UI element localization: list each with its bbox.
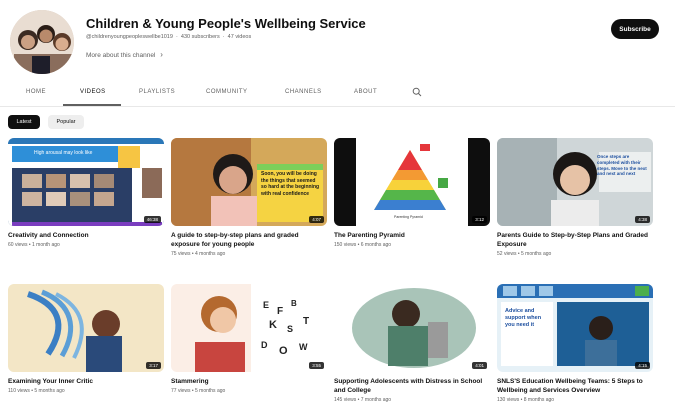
svg-text:T: T bbox=[303, 316, 309, 327]
channel-avatar[interactable] bbox=[10, 10, 74, 74]
video-title[interactable]: Supporting Adolescents with Distress in … bbox=[334, 377, 490, 395]
thumbnail-image bbox=[334, 284, 490, 372]
subscriber-count: 430 subscribers bbox=[180, 34, 220, 40]
svg-text:B: B bbox=[291, 299, 297, 308]
filter-popular-chip[interactable]: Popular bbox=[48, 115, 84, 129]
video-card[interactable]: E F B K S T D O W 3:55 Stammering 77 vie… bbox=[171, 284, 327, 394]
video-card[interactable]: High arousal may look like 46:38 Creativ… bbox=[8, 138, 164, 248]
video-title[interactable]: Parents Guide to Step-by-Step Plans and … bbox=[497, 231, 653, 249]
video-card[interactable]: Once steps are completed with their step… bbox=[497, 138, 653, 257]
tab-community[interactable]: COMMUNITY bbox=[206, 89, 248, 95]
tab-home[interactable]: HOME bbox=[26, 89, 46, 95]
video-meta: 75 views • 4 months ago bbox=[171, 251, 226, 257]
thumbnail-image bbox=[497, 138, 653, 226]
video-thumbnail[interactable]: Parenting Pyramid 3:12 bbox=[334, 138, 490, 226]
meta-separator: · bbox=[174, 34, 180, 40]
svg-text:F: F bbox=[277, 306, 283, 317]
svg-text:O: O bbox=[279, 345, 288, 357]
video-thumbnail[interactable]: High arousal may look like 46:38 bbox=[8, 138, 164, 226]
meta-separator: · bbox=[221, 34, 227, 40]
thumbnail-caption: High arousal may look like bbox=[34, 150, 93, 156]
svg-text:E: E bbox=[263, 300, 269, 310]
video-title[interactable]: A guide to step-by-step plans and graded… bbox=[171, 231, 327, 249]
search-icon[interactable] bbox=[412, 87, 422, 97]
svg-text:S: S bbox=[287, 324, 293, 334]
chevron-right-icon: › bbox=[160, 50, 163, 59]
video-card[interactable]: Advice and support when you need it 4:15… bbox=[497, 284, 653, 403]
video-meta: 150 views • 6 months ago bbox=[334, 242, 392, 248]
video-title[interactable]: The Parenting Pyramid bbox=[334, 231, 490, 240]
video-thumbnail[interactable]: E F B K S T D O W 3:55 bbox=[171, 284, 327, 372]
thumbnail-caption: Advice and support when you need it bbox=[505, 308, 542, 328]
video-meta: 110 views • 5 months ago bbox=[8, 388, 65, 394]
video-meta: 77 views • 5 months ago bbox=[171, 388, 226, 394]
thumbnail-image bbox=[8, 284, 164, 372]
active-tab-indicator bbox=[63, 104, 121, 106]
video-duration: 4:01 bbox=[472, 362, 487, 369]
tab-videos[interactable]: VIDEOS bbox=[80, 89, 106, 95]
thumbnail-caption: Once steps are completed with their step… bbox=[597, 154, 647, 177]
video-card[interactable]: Parenting Pyramid 3:12 The Parenting Pyr… bbox=[334, 138, 490, 248]
video-thumbnail[interactable]: Once steps are completed with their step… bbox=[497, 138, 653, 226]
thumbnail-image: E F B K S T D O W bbox=[171, 284, 327, 372]
avatar-photo bbox=[10, 10, 74, 74]
video-title[interactable]: Examining Your Inner Critic bbox=[8, 377, 164, 386]
channel-meta: @childrenyoungpeopleswellbe1019 · 430 su… bbox=[86, 34, 251, 40]
svg-text:K: K bbox=[269, 319, 277, 331]
filter-latest-chip[interactable]: Latest bbox=[8, 115, 40, 129]
video-duration: 3:17 bbox=[146, 362, 161, 369]
video-thumbnail[interactable]: 4:01 bbox=[334, 284, 490, 372]
video-duration: 4:07 bbox=[309, 216, 324, 223]
video-duration: 46:38 bbox=[143, 216, 161, 223]
thumbnail-caption: Parenting Pyramid bbox=[394, 215, 423, 219]
channel-name: Children & Young People's Wellbeing Serv… bbox=[86, 16, 366, 31]
video-thumbnail[interactable]: 3:17 bbox=[8, 284, 164, 372]
video-duration: 4:15 bbox=[635, 362, 650, 369]
tab-channels[interactable]: CHANNELS bbox=[285, 89, 322, 95]
svg-text:D: D bbox=[261, 340, 268, 350]
video-meta: 52 views • 5 months ago bbox=[497, 251, 552, 257]
video-thumbnail[interactable]: Soon, you will be doing the things that … bbox=[171, 138, 327, 226]
video-card[interactable]: 3:17 Examining Your Inner Critic 110 vie… bbox=[8, 284, 164, 394]
tab-playlists[interactable]: PLAYLISTS bbox=[139, 89, 175, 95]
video-meta: 60 views • 1 month ago bbox=[8, 242, 60, 248]
svg-text:W: W bbox=[299, 342, 308, 352]
pyramid-icon bbox=[334, 138, 490, 226]
video-count: 47 videos bbox=[227, 34, 252, 40]
video-meta: 145 views • 7 months ago bbox=[334, 397, 392, 403]
channel-handle: @childrenyoungpeopleswellbe1019 bbox=[86, 34, 173, 40]
video-meta: 130 views • 8 months ago bbox=[497, 397, 555, 403]
channel-header: Children & Young People's Wellbeing Serv… bbox=[0, 0, 675, 78]
video-duration: 3:55 bbox=[309, 362, 324, 369]
video-title[interactable]: Stammering bbox=[171, 377, 327, 386]
subscribe-button[interactable]: Subscribe bbox=[611, 19, 659, 39]
video-duration: 3:12 bbox=[472, 216, 487, 223]
channel-tabs: HOME VIDEOS PLAYLISTS COMMUNITY CHANNELS… bbox=[0, 83, 675, 107]
video-title[interactable]: SNLS'S Education Wellbeing Teams: 5 Step… bbox=[497, 377, 653, 395]
video-thumbnail[interactable]: Advice and support when you need it 4:15 bbox=[497, 284, 653, 372]
video-duration: 4:38 bbox=[635, 216, 650, 223]
video-card[interactable]: Soon, you will be doing the things that … bbox=[171, 138, 327, 257]
tab-about[interactable]: ABOUT bbox=[354, 89, 377, 95]
video-title[interactable]: Creativity and Connection bbox=[8, 231, 164, 240]
thumbnail-caption: Soon, you will be doing the things that … bbox=[261, 171, 320, 197]
video-card[interactable]: 4:01 Supporting Adolescents with Distres… bbox=[334, 284, 490, 403]
more-about-channel-link[interactable]: More about this channel › bbox=[86, 50, 163, 59]
more-about-label: More about this channel bbox=[86, 52, 156, 59]
